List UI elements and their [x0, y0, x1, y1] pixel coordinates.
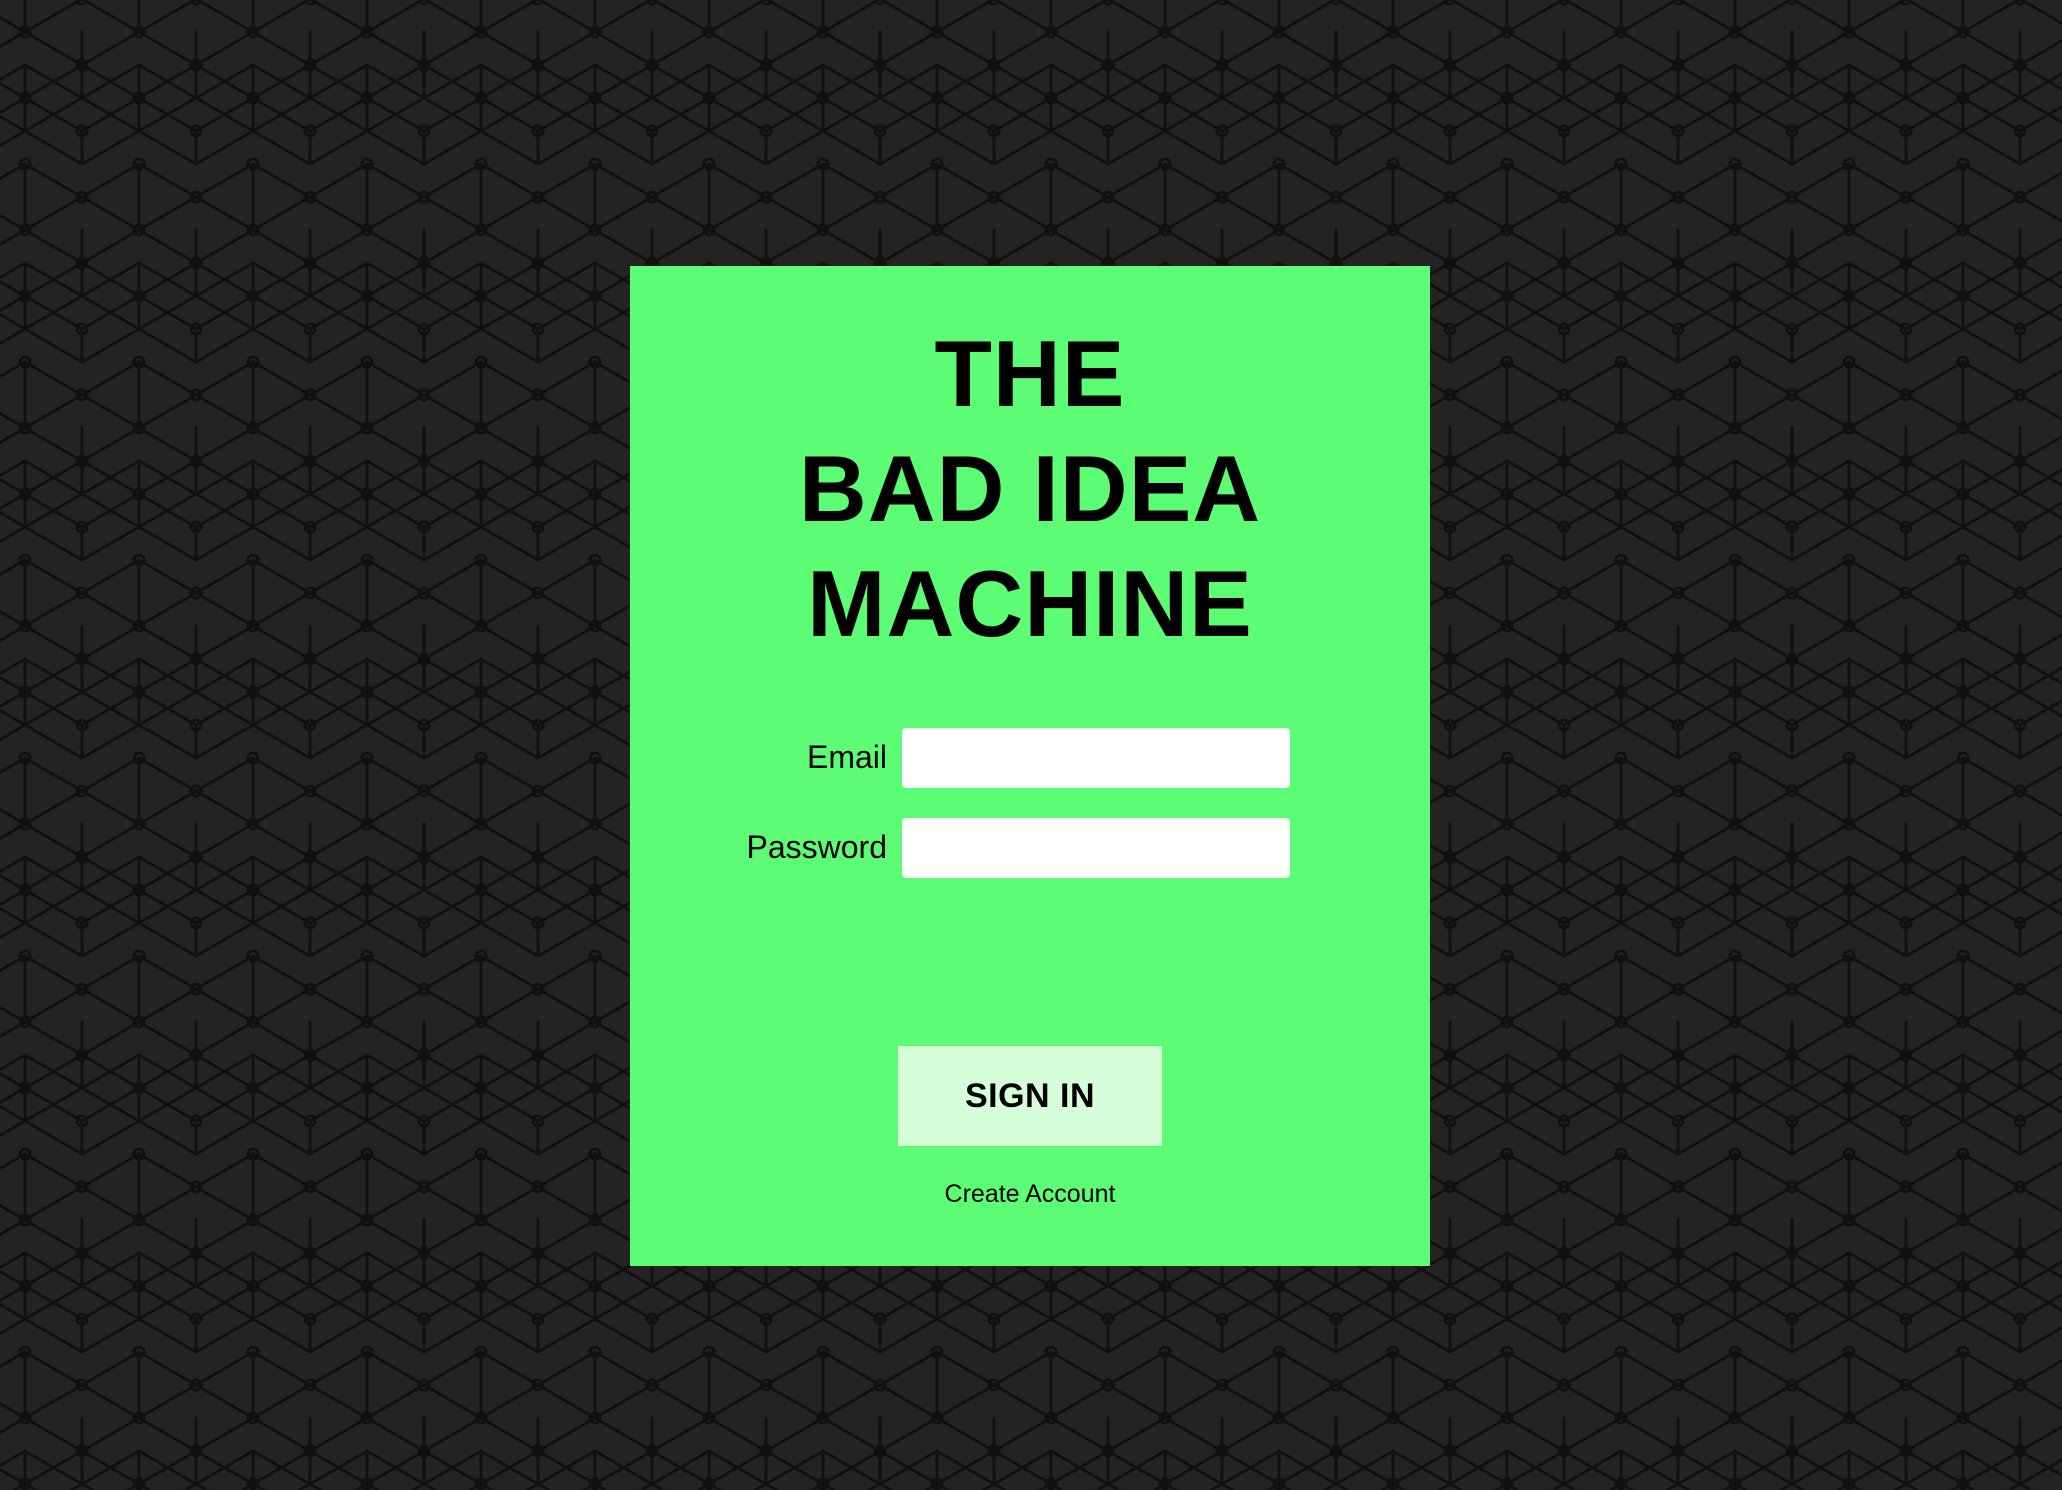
email-field[interactable]	[902, 728, 1290, 788]
login-card: THE BAD IDEA MACHINE Email Password SIGN…	[630, 266, 1430, 1266]
email-label: Email	[806, 739, 887, 775]
password-field[interactable]	[902, 818, 1290, 878]
title-line-1: THE	[934, 321, 1126, 426]
title-line-3: MACHINE	[807, 551, 1253, 656]
sign-in-button[interactable]: SIGN IN	[898, 1046, 1162, 1146]
app-title: THE BAD IDEA MACHINE	[630, 316, 1430, 661]
create-account-link[interactable]: Create Account	[630, 1180, 1430, 1209]
title-line-2: BAD IDEA	[798, 436, 1262, 541]
password-label: Password	[746, 829, 888, 865]
